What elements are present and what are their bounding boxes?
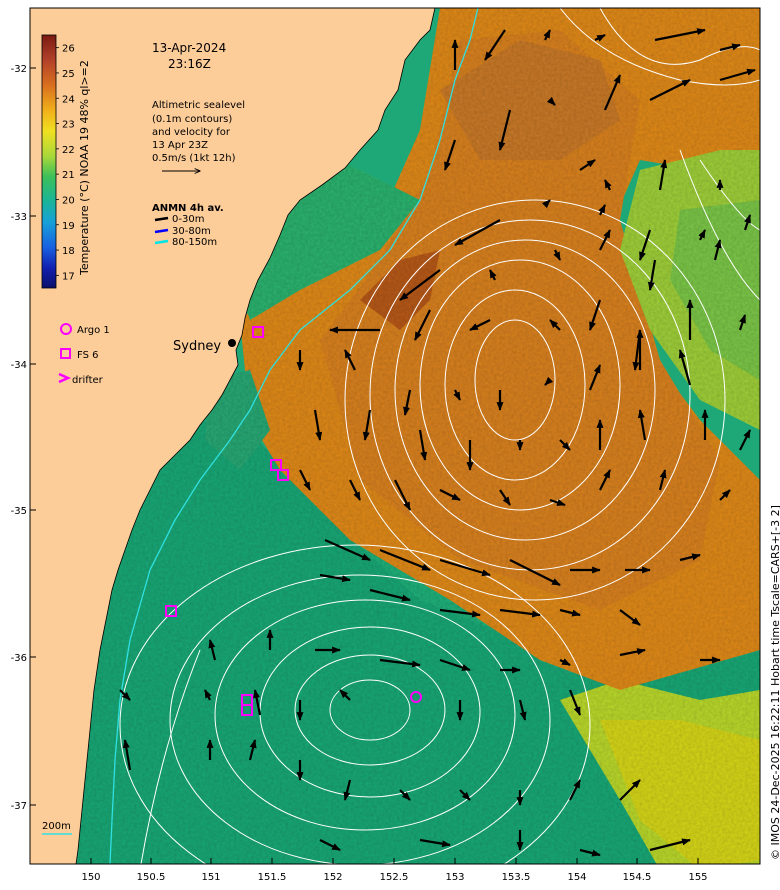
colorbar-tick-label: 24 bbox=[62, 94, 75, 105]
altimetry-note-line: (0.1m contours) bbox=[152, 114, 232, 125]
altimetry-note-line: and velocity for bbox=[152, 127, 231, 138]
colorbar-tick-label: 21 bbox=[62, 170, 75, 181]
x-tick-label: 153 bbox=[445, 872, 464, 883]
y-tick-label: -35 bbox=[11, 506, 27, 517]
altimetry-note-line: Altimetric sealevel bbox=[152, 100, 245, 111]
scale-label: 200m bbox=[42, 821, 71, 832]
markers-legend-item: drifter bbox=[72, 375, 104, 386]
colorbar-tick-label: 23 bbox=[62, 120, 75, 131]
markers-legend-item: Argo 1 bbox=[77, 325, 110, 336]
altimetry-note-line: 0.5m/s (1kt 12h) bbox=[152, 153, 236, 164]
y-tick-label: -32 bbox=[11, 64, 27, 75]
city-label-sydney: Sydney bbox=[173, 339, 221, 354]
x-tick-label: 152 bbox=[323, 872, 342, 883]
markers-legend-item: FS 6 bbox=[77, 350, 98, 361]
anmn-legend-title: ANMN 4h av. bbox=[152, 203, 224, 214]
ocean-temperature-map: 26 25 24 23 22 21 20 19 18 17 Temperature (°C) NO… bbox=[11, 7, 780, 883]
colorbar-tick-label: 20 bbox=[62, 195, 75, 206]
credit-text: © IMOS 24-Dec-2025 16:22:11 Hobart time … bbox=[769, 505, 780, 860]
sydney-dot bbox=[228, 339, 236, 347]
y-tick-label: -37 bbox=[11, 801, 27, 812]
x-tick-label: 155 bbox=[688, 872, 707, 883]
anmn-legend-item: 0-30m bbox=[172, 214, 204, 225]
colorbar-tick-label: 17 bbox=[62, 271, 75, 282]
colorbar-tick-label: 26 bbox=[62, 44, 75, 55]
x-tick-label: 150.5 bbox=[137, 872, 166, 883]
altimetry-note-line: 13 Apr 23Z bbox=[152, 140, 208, 151]
x-tick-label: 152.5 bbox=[380, 872, 409, 883]
y-tick-label: -34 bbox=[11, 360, 27, 371]
map-time: 23:16Z bbox=[168, 57, 211, 71]
colorbar-tick-label: 22 bbox=[62, 145, 75, 156]
x-tick-label: 151.5 bbox=[258, 872, 287, 883]
map-date: 13-Apr-2024 bbox=[152, 41, 226, 55]
y-tick-label: -33 bbox=[11, 212, 27, 223]
x-tick-label: 153.5 bbox=[502, 872, 531, 883]
colorbar-label: Temperature (°C) NOAA 19 48% ql>=2 bbox=[78, 60, 91, 276]
x-tick-label: 154.5 bbox=[623, 872, 652, 883]
colorbar-tick-label: 19 bbox=[62, 221, 75, 232]
y-tick-label: -36 bbox=[11, 653, 27, 664]
map-area bbox=[30, 8, 760, 864]
x-tick-label: 154 bbox=[567, 872, 586, 883]
colorbar-tick-label: 18 bbox=[62, 246, 75, 257]
anmn-legend-item: 30-80m bbox=[172, 226, 211, 237]
x-tick-label: 150 bbox=[81, 872, 100, 883]
anmn-legend-item: 80-150m bbox=[172, 237, 217, 248]
x-tick-label: 151 bbox=[201, 872, 220, 883]
colorbar-tick-label: 25 bbox=[62, 69, 75, 80]
